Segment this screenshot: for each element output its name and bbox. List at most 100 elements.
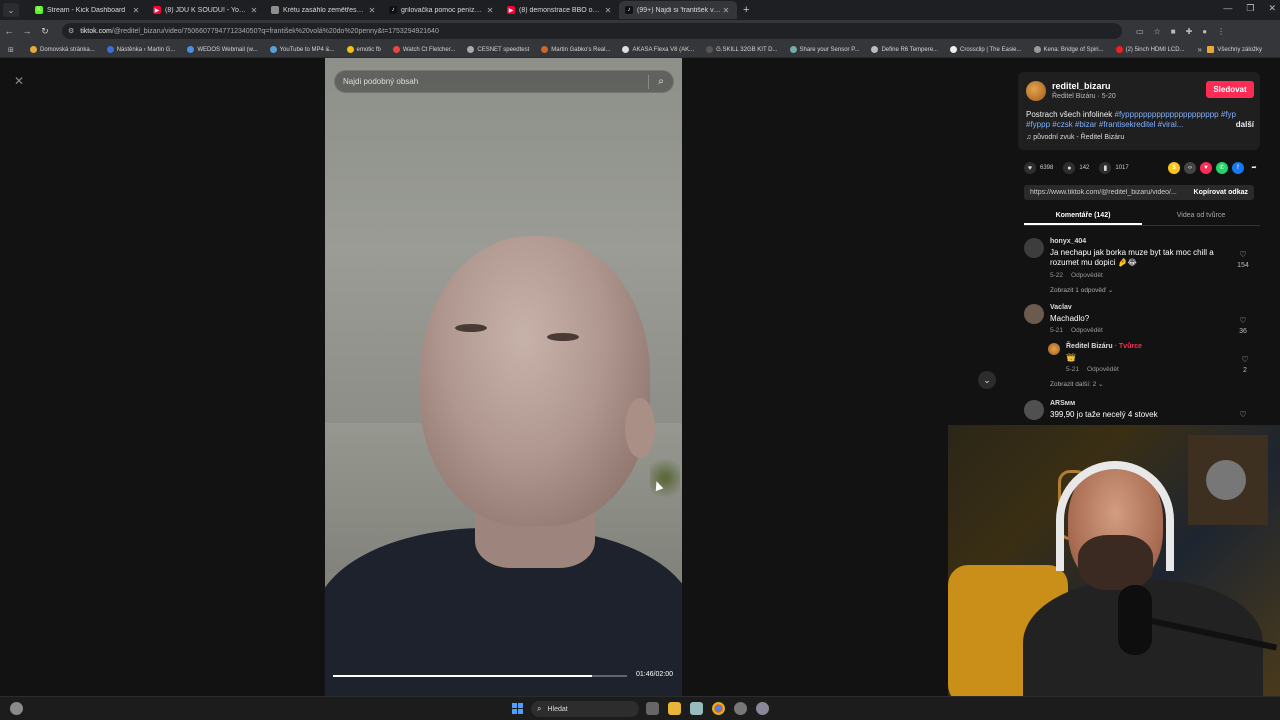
tab-5-active[interactable]: ♪ (99+) Najdi si 'františek volá' ✕ — [619, 1, 737, 19]
chrome-icon[interactable] — [712, 702, 725, 715]
address-bar[interactable]: ⚙ tiktok.com /@reditel_bizaru/video/7506… — [62, 23, 1122, 39]
maximize-icon[interactable]: ❐ — [1246, 3, 1254, 14]
all-bookmarks[interactable]: Všechny záložky — [1207, 46, 1262, 53]
bookmark-item[interactable]: WEDOS Webmail (w... — [187, 46, 258, 53]
tab-creator-videos[interactable]: Videa od tvůrce — [1142, 206, 1260, 225]
puzzle-icon[interactable]: ✚ — [1186, 27, 1193, 36]
bookmark-item[interactable]: Define R6 Tempere... — [871, 46, 938, 53]
weather-widget-icon[interactable] — [10, 702, 23, 715]
heart-outline-icon[interactable]: ♡ — [1238, 355, 1252, 364]
close-tab-icon[interactable]: ✕ — [721, 6, 731, 15]
taskbar-search[interactable]: ⌕ Hledat — [531, 701, 639, 717]
reply-button[interactable]: Odpovědět — [1071, 327, 1103, 334]
reply-author[interactable]: Ředitel Bizáru · Tvůrce — [1066, 343, 1142, 350]
page-icon — [706, 46, 714, 53]
sound-link[interactable]: ♫ původní zvuk - Ředitel Bizáru — [1026, 134, 1124, 141]
heart-outline-icon[interactable]: ♡ — [1236, 410, 1250, 419]
comment-avatar[interactable] — [1048, 343, 1060, 355]
video-progress-bar[interactable] — [333, 675, 627, 677]
bookmark-item[interactable]: Nástěnka ‹ Martin G... — [106, 46, 175, 53]
minimize-icon[interactable]: — — [1223, 3, 1232, 14]
facebook-icon[interactable]: f — [1232, 162, 1244, 174]
bookmark-item[interactable]: Domovská stránka... — [30, 46, 95, 53]
heart-outline-icon[interactable]: ♡ — [1236, 250, 1250, 259]
bookmark-item[interactable]: emotic fb — [346, 46, 381, 53]
close-tab-icon[interactable]: ✕ — [367, 6, 377, 15]
similar-search-bar[interactable]: ⌕ — [334, 70, 674, 93]
windows-start-icon[interactable] — [512, 703, 523, 714]
extension-icons: ▭ ☆ ■ ✚ ● ⋮ — [1136, 27, 1225, 36]
profile-icon[interactable]: ● — [1202, 27, 1207, 36]
bookmark-item[interactable]: G.SKILL 32GB KIT D... — [706, 46, 778, 53]
show-more-replies[interactable]: Zobrazit další: 2 ⌄ — [1050, 380, 1104, 388]
bookmark-item[interactable]: Martin Gabko's Real... — [541, 46, 610, 53]
repost-icon[interactable]: ▼ — [1200, 162, 1212, 174]
cast-icon[interactable]: ▭ — [1136, 27, 1144, 36]
webcam-overlay — [948, 425, 1280, 696]
site-info-icon[interactable]: ⚙ — [68, 27, 74, 35]
tab-comments[interactable]: Komentáře (142) — [1024, 206, 1142, 225]
comment-avatar[interactable] — [1024, 304, 1044, 324]
next-video-chevron-icon[interactable]: ⌄ — [978, 371, 996, 389]
close-tab-icon[interactable]: ✕ — [131, 6, 141, 15]
store-icon[interactable] — [690, 702, 703, 715]
whatsapp-icon[interactable]: ✆ — [1216, 162, 1228, 174]
forward-icon[interactable]: → — [18, 26, 36, 36]
tab-2[interactable]: Krétu zasáhlo zemětřesení, škoda ✕ — [265, 1, 383, 19]
close-tab-icon[interactable]: ✕ — [485, 6, 495, 15]
bookmark-item[interactable]: CESNET speedtest — [467, 46, 529, 53]
close-tab-icon[interactable]: ✕ — [603, 6, 613, 15]
more-bookmarks-icon[interactable]: » — [1198, 45, 1202, 54]
like-stat[interactable]: ♥ 6398 — [1024, 162, 1053, 174]
heart-icon: ♥ — [1024, 162, 1036, 174]
reload-icon[interactable]: ↻ — [36, 26, 54, 37]
tab-3[interactable]: ♪ grilovačka pomoc peníze účet ✕ — [383, 1, 501, 19]
tab-4[interactable]: ▶ (8) demonstrace BBO open 3.7 ✕ — [501, 1, 619, 19]
reply-button[interactable]: Odpovědět — [1071, 272, 1103, 279]
video-url: https://www.tiktok.com/@reditel_bizaru/v… — [1030, 189, 1177, 196]
comment-avatar[interactable] — [1024, 400, 1044, 420]
more-button[interactable]: další — [1236, 120, 1254, 129]
bookmark-item[interactable]: Crossclip | The Easie... — [950, 46, 1022, 53]
creator-username[interactable]: reditel_bizaru — [1052, 81, 1111, 91]
embed-icon[interactable]: ‹› — [1184, 162, 1196, 174]
file-explorer-icon[interactable] — [668, 702, 681, 715]
tab-1[interactable]: ▶ (8) JDU K SOUDU! - YouTube ✕ — [147, 1, 265, 19]
new-tab-icon[interactable]: + — [743, 4, 749, 16]
bookmark-star-icon[interactable]: ☆ — [1154, 27, 1161, 36]
bookmark-item[interactable]: (2) 5inch HDMI LCD... — [1115, 46, 1185, 53]
similar-search-input[interactable] — [343, 77, 648, 86]
close-tab-icon[interactable]: ✕ — [249, 6, 259, 15]
follow-button[interactable]: Sledovat — [1206, 81, 1254, 98]
share-arrow-icon[interactable]: ➦ — [1248, 162, 1260, 174]
bookmark-item[interactable]: Kena: Bridge of Spiri... — [1033, 46, 1104, 53]
comment-avatar[interactable] — [1024, 238, 1044, 258]
task-view-icon[interactable] — [646, 702, 659, 715]
tab-search-icon[interactable]: ⌄ — [3, 3, 19, 17]
show-replies[interactable]: Zobrazit 1 odpověď ⌄ — [1050, 286, 1113, 294]
heart-outline-icon[interactable]: ♡ — [1236, 316, 1250, 325]
bookmark-item[interactable]: Share your Sensor P... — [789, 46, 859, 53]
reply-button[interactable]: Odpovědět — [1087, 366, 1119, 373]
app-icon[interactable] — [734, 702, 747, 715]
bookmark-item[interactable]: AKASA Flexa V8 (AK... — [622, 46, 694, 53]
tab-0[interactable]: K Stream - Kick Dashboard ✕ — [29, 1, 147, 19]
creator-avatar[interactable] — [1026, 81, 1046, 101]
apps-icon[interactable]: ⊞ — [8, 46, 18, 54]
bookmark-item[interactable]: YouTube to MP4 &... — [269, 46, 335, 53]
copy-link-row: https://www.tiktok.com/@reditel_bizaru/v… — [1024, 185, 1254, 200]
search-icon: ⌕ — [537, 704, 542, 713]
coin-icon[interactable]: $ — [1168, 162, 1180, 174]
video-player[interactable] — [325, 58, 682, 696]
bookmark-item[interactable]: Watch Ct Fletcher... — [392, 46, 455, 53]
back-icon[interactable]: ← — [0, 26, 18, 36]
extension-icon[interactable]: ■ — [1171, 27, 1176, 36]
save-stat[interactable]: ▮ 1017 — [1099, 162, 1129, 174]
settings-icon[interactable] — [756, 702, 769, 715]
search-icon[interactable]: ⌕ — [649, 76, 673, 87]
close-window-icon[interactable]: ✕ — [1268, 3, 1276, 14]
menu-icon[interactable]: ⋮ — [1217, 27, 1225, 36]
comment-stat[interactable]: ● 142 — [1063, 162, 1089, 174]
copy-link-button[interactable]: Kopírovat odkaz — [1188, 189, 1254, 196]
close-video-icon[interactable]: ✕ — [10, 72, 28, 90]
